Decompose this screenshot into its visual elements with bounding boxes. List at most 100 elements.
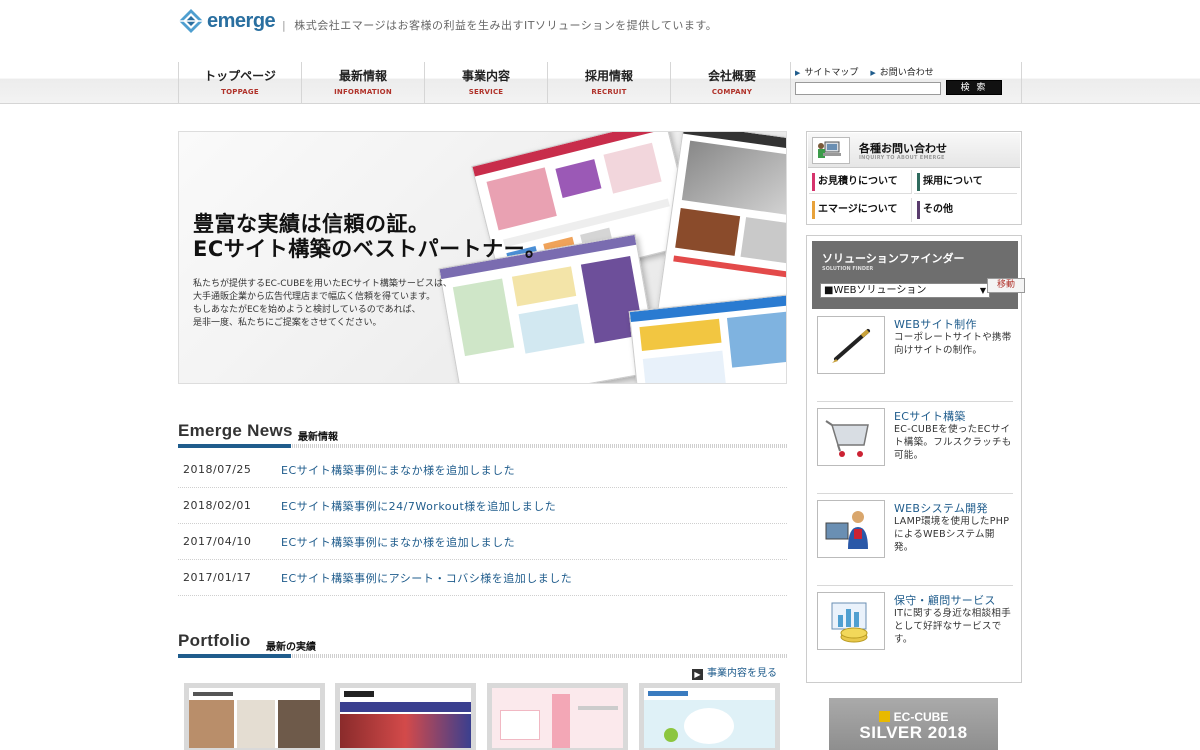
service-item-web[interactable]: WEBサイト制作 コーポレートサイトや携帯向けサイトの制作。 <box>817 316 1013 402</box>
nav-sublabel: SERVICE <box>468 88 504 96</box>
logo-diamond-icon <box>178 8 204 34</box>
finder-go-button[interactable]: 移動 <box>987 278 1025 293</box>
service-title[interactable]: WEBシステム開発 <box>894 500 988 516</box>
hero-banner[interactable]: 豊富な実績は信頼の証。 ECサイト構築のベストパートナー。 私たちが提供するEC… <box>178 131 787 384</box>
news-heading: Emerge News 最新情報 <box>178 421 787 443</box>
portfolio-heading-en: Portfolio <box>178 631 251 650</box>
news-link[interactable]: ECサイト構築事例にまなか様を追加しました <box>281 462 515 478</box>
solution-select-value: ■WEBソリューション <box>824 285 927 296</box>
nav-label: 事業内容 <box>461 69 510 83</box>
hero-body-text: 私たちが提供するEC-CUBEを用いたECサイト構築サービスは、 大手通販企業か… <box>193 279 452 328</box>
portfolio-heading-rule <box>178 654 787 658</box>
cube-icon <box>878 711 890 722</box>
nav-sublabel: COMPANY <box>711 88 753 96</box>
news-list: 2018/07/25 ECサイト構築事例にまなか様を追加しました 2018/02… <box>178 452 787 596</box>
stripe-marker <box>917 173 920 191</box>
cart-icon <box>817 408 885 466</box>
developer-icon <box>817 500 885 558</box>
arrow-right-icon: ▶ <box>870 69 876 77</box>
logo-text: emerge <box>207 9 276 32</box>
service-item-ec[interactable]: ECサイト構築 EC-CUBEを使ったECサイト構築。フルスクラッチも可能。 <box>817 408 1013 494</box>
arrow-right-icon: ▶ <box>795 69 801 77</box>
customer-support-icon <box>812 137 850 164</box>
stripe-marker <box>917 201 920 219</box>
hero-title-line-1: 豊富な実績は信頼の証。 <box>193 212 430 236</box>
solution-select[interactable]: ■WEBソリューション ▼ <box>820 283 990 298</box>
portfolio-thumb-4[interactable] <box>639 683 780 750</box>
arrow-right-icon: ▶ <box>692 669 703 680</box>
nav-sublabel: INFORMATION <box>334 88 392 96</box>
nav-item-information[interactable]: 最新情報 INFORMATION <box>301 62 424 104</box>
contact-link[interactable]: ▶ お問い合わせ <box>870 65 933 78</box>
finder-subtitle: SOLUTION FINDER <box>822 266 874 272</box>
service-description: コーポレートサイトや携帯向けサイトの制作。 <box>894 332 1012 356</box>
portfolio-thumb-2[interactable] <box>335 683 476 750</box>
service-title[interactable]: 保守・顧問サービス <box>894 592 996 608</box>
badge-line-2: SILVER 2018 <box>859 723 968 742</box>
service-description: LAMP環境を使用したPHPによるWEBシステム開発。 <box>894 516 1010 553</box>
news-date: 2017/04/10 <box>183 535 252 548</box>
contact-recruit-link[interactable]: 採用について <box>914 170 1017 194</box>
news-heading-rule <box>178 444 787 448</box>
service-item-maintenance[interactable]: 保守・顧問サービス ITに関する身近な相談相手として好評なサービスです。 <box>817 592 1013 678</box>
badge-line-1: EC-CUBE <box>829 710 998 724</box>
service-more-link[interactable]: ▶ 事業内容を見る <box>692 664 777 680</box>
global-nav: トップページ TOPPAGE 最新情報 INFORMATION 事業内容 SER… <box>178 62 793 104</box>
nav-label: 最新情報 <box>338 69 387 83</box>
nav-item-recruit[interactable]: 採用情報 RECRUIT <box>547 62 670 104</box>
news-date: 2018/02/01 <box>183 499 252 512</box>
chart-coins-icon <box>817 592 885 650</box>
contact-cell-label: その他 <box>923 204 953 215</box>
hero-title: 豊富な実績は信頼の証。 ECサイト構築のベストパートナー。 <box>193 212 546 262</box>
site-logo[interactable]: emerge <box>178 8 276 34</box>
more-link-label: 事業内容を見る <box>707 668 777 679</box>
badge-line-1-text: EC-CUBE <box>893 710 949 724</box>
news-link[interactable]: ECサイト構築事例にまなか様を追加しました <box>281 534 515 550</box>
nav-label: 採用情報 <box>584 69 633 83</box>
portfolio-thumb-3[interactable] <box>487 683 628 750</box>
nav-sublabel: TOPPAGE <box>221 88 259 96</box>
finder-title: ソリューションファインダー <box>822 252 965 265</box>
stripe-marker <box>812 173 815 191</box>
service-item-system[interactable]: WEBシステム開発 LAMP環境を使用したPHPによるWEBシステム開発。 <box>817 500 1013 586</box>
sitemap-link[interactable]: ▶ サイトマップ <box>795 65 858 78</box>
list-item: 2017/04/10 ECサイト構築事例にまなか様を追加しました <box>178 524 787 560</box>
contact-other-link[interactable]: その他 <box>914 198 1017 222</box>
nav-item-company[interactable]: 会社概要 COMPANY <box>670 62 793 104</box>
contact-cell-label: お見積りについて <box>818 176 898 187</box>
news-heading-ja: 最新情報 <box>298 432 338 443</box>
service-description: EC-CUBEを使ったECサイト構築。フルスクラッチも可能。 <box>894 424 1012 461</box>
news-heading-en: Emerge News <box>178 421 293 440</box>
nav-item-service[interactable]: 事業内容 SERVICE <box>424 62 547 104</box>
service-title[interactable]: WEBサイト制作 <box>894 316 977 332</box>
search-button[interactable]: 検 索 <box>946 80 1002 95</box>
contact-about-link[interactable]: エマージについて <box>809 198 912 222</box>
contact-cell-label: 採用について <box>923 176 983 187</box>
tagline-text: 株式会社エマージはお客様の利益を生み出すITソリューションを提供しています。 <box>294 19 718 32</box>
solution-finder: ソリューションファインダー SOLUTION FINDER ■WEBソリューショ… <box>806 235 1025 683</box>
nav-item-toppage[interactable]: トップページ TOPPAGE <box>178 62 301 104</box>
ec-cube-silver-badge[interactable]: EC-CUBE SILVER 2018 <box>829 698 998 750</box>
news-date: 2017/01/17 <box>183 571 252 584</box>
caret-down-icon: ▼ <box>979 286 986 295</box>
news-link[interactable]: ECサイト構築事例に24/7Workout様を追加しました <box>281 498 556 514</box>
tagline-separator: | <box>282 19 287 32</box>
nav-label: トップページ <box>204 69 276 83</box>
sitemap-label: サイトマップ <box>804 68 859 78</box>
news-link[interactable]: ECサイト構築事例にアシート・コバシ様を追加しました <box>281 570 572 586</box>
service-title[interactable]: ECサイト構築 <box>894 408 966 424</box>
service-description: ITに関する身近な相談相手として好評なサービスです。 <box>894 608 1012 645</box>
nav-label: 会社概要 <box>707 69 756 83</box>
portfolio-heading: Portfolio 最新の実績 <box>178 631 787 653</box>
hero-title-line-2: ECサイト構築のベストパートナー。 <box>193 237 547 261</box>
list-item: 2018/02/01 ECサイト構築事例に24/7Workout様を追加しました <box>178 488 787 524</box>
search-input[interactable] <box>795 82 941 95</box>
portfolio-thumb-1[interactable] <box>184 683 325 750</box>
site-tagline: | 株式会社エマージはお客様の利益を生み出すITソリューションを提供しています。 <box>282 17 717 33</box>
contact-label: お問い合わせ <box>879 68 934 78</box>
list-item: 2018/07/25 ECサイト構築事例にまなか様を追加しました <box>178 452 787 488</box>
contact-cell-label: エマージについて <box>818 204 898 215</box>
contact-estimate-link[interactable]: お見積りについて <box>809 170 912 194</box>
portfolio-heading-ja: 最新の実績 <box>266 642 316 653</box>
contact-box: 各種お問い合わせ INQUIRY TO ABOUT EMERGE お見積りについ… <box>806 131 1022 225</box>
